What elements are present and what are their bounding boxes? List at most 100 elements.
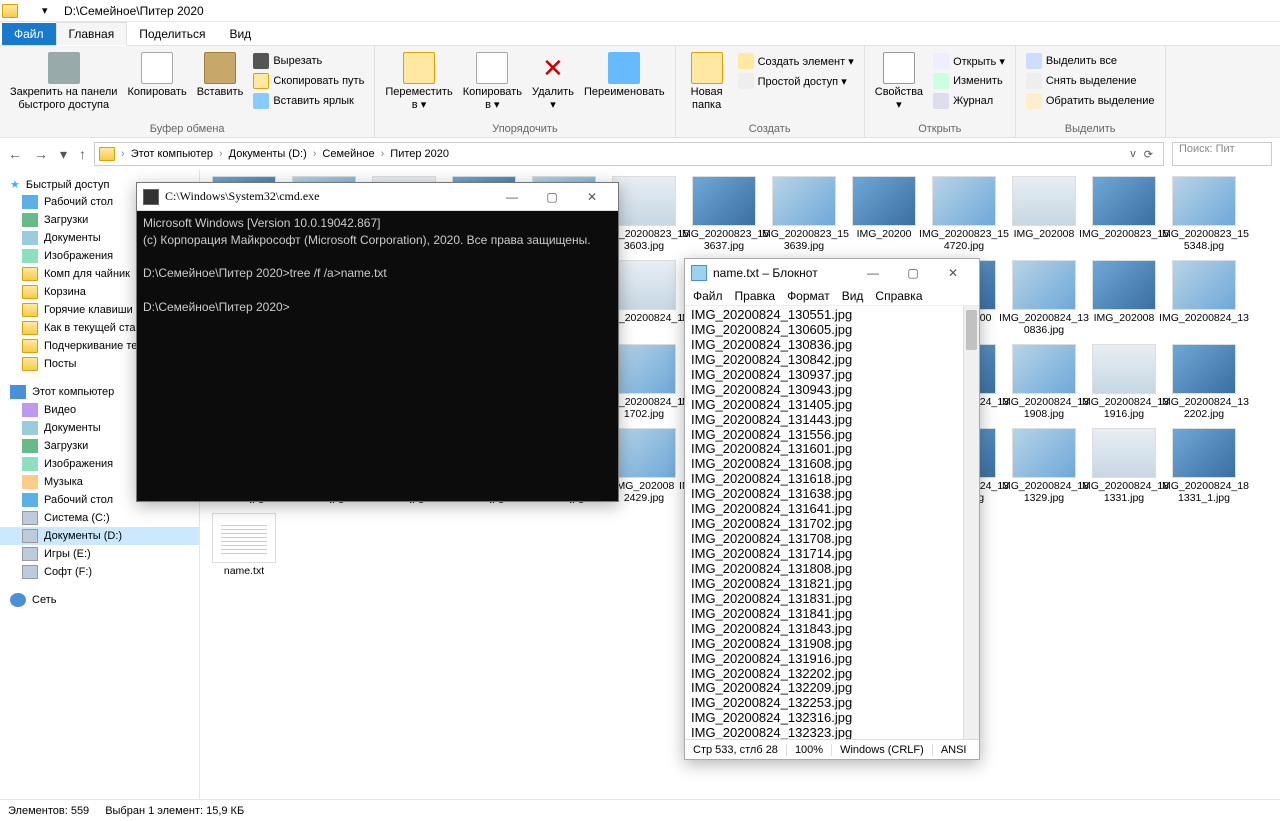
qa-icon-1[interactable] [22, 4, 36, 18]
thumbnail-image [612, 176, 676, 226]
sidebar-item[interactable]: Софт (F:) [0, 563, 199, 581]
thumbnail-image [1012, 260, 1076, 310]
file-item[interactable]: IMG_20200824_13 1916.jpg [1086, 342, 1162, 422]
file-label: IMG_20200823_15 3639.jpg [759, 228, 849, 252]
minimize-icon[interactable]: — [492, 190, 532, 204]
nav-arrows: ← → ▾ ↑ [8, 146, 86, 163]
file-label: IMG_20200824_18 1331.jpg [1079, 480, 1169, 504]
qa-icon-2[interactable]: ▾ [42, 4, 56, 18]
cut-button[interactable]: Вырезать [249, 52, 368, 70]
thumbnail-image [1012, 428, 1076, 478]
thumbnail-image [1172, 344, 1236, 394]
pin-button[interactable]: Закрепить на панели быстрого доступа [6, 50, 121, 114]
paste-button[interactable]: Вставить [193, 50, 248, 114]
select-all-button[interactable]: Выделить все [1022, 52, 1159, 70]
history-button[interactable]: Журнал [929, 92, 1009, 110]
copy-button[interactable]: Копировать [123, 50, 190, 114]
menu-item[interactable]: Правка [735, 289, 776, 303]
file-item[interactable]: IMG_202008 [1086, 258, 1162, 338]
notepad-menu[interactable]: Файл Правка Формат Вид Справка [685, 287, 979, 306]
maximize-icon[interactable]: ▢ [893, 266, 933, 280]
thumbnail-image [1172, 260, 1236, 310]
notepad-icon [691, 265, 707, 281]
cmd-window[interactable]: C:\Windows\System32\cmd.exe — ▢ ✕ Micros… [136, 182, 619, 502]
sidebar-item[interactable]: Документы (D:) [0, 527, 199, 545]
thumbnail-image [612, 260, 676, 310]
notepad-text-area[interactable]: IMG_20200824_130551.jpg IMG_20200824_130… [685, 306, 979, 739]
file-item[interactable]: IMG_20200824_18 1329.jpg [1006, 426, 1082, 506]
file-item[interactable]: name.txt [206, 511, 282, 579]
file-item[interactable]: IMG_20200823_15 [1086, 174, 1162, 254]
edit-button[interactable]: Изменить [929, 72, 1009, 90]
properties-button[interactable]: Свойства ▾ [871, 50, 927, 114]
tab-view[interactable]: Вид [217, 23, 263, 45]
open-button[interactable]: Открыть ▾ [929, 52, 1009, 70]
close-icon[interactable]: ✕ [933, 266, 973, 280]
file-label: IMG_202008 [1014, 228, 1075, 240]
thumbnail-image [1172, 176, 1236, 226]
new-folder-button[interactable]: Новая папка [682, 50, 732, 114]
cmd-output[interactable]: Microsoft Windows [Version 10.0.19042.86… [137, 211, 618, 320]
nav-back-icon[interactable]: ← [8, 146, 22, 162]
group-new: Новая папка Создать элемент ▾ Простой до… [676, 46, 865, 137]
quick-access-toolbar[interactable]: ▾ [22, 4, 56, 18]
nav-forward-icon[interactable]: → [34, 146, 48, 162]
file-item[interactable]: IMG_20200823_15 4720.jpg [926, 174, 1002, 254]
file-label: IMG_20200824_18 1329.jpg [999, 480, 1089, 504]
menu-item[interactable]: Файл [693, 289, 723, 303]
file-item[interactable]: IMG_20200824_18 1331.jpg [1086, 426, 1162, 506]
file-item[interactable]: IMG_20200823_15 5348.jpg [1166, 174, 1242, 254]
file-item[interactable]: IMG_20200823_15 3637.jpg [686, 174, 762, 254]
tab-share[interactable]: Поделиться [127, 23, 217, 45]
sidebar-item[interactable]: Система (C:) [0, 509, 199, 527]
nav-recent-icon[interactable]: ▾ [60, 146, 67, 163]
sidebar-item[interactable]: Игры (E:) [0, 545, 199, 563]
menu-item[interactable]: Справка [875, 289, 922, 303]
copy-path-button[interactable]: Скопировать путь [249, 72, 368, 90]
window-title: D:\Семейное\Питер 2020 [64, 4, 204, 18]
nav-up-icon[interactable]: ↑ [79, 146, 86, 162]
file-label: IMG_20200824_13 1908.jpg [999, 396, 1089, 420]
invert-selection-button[interactable]: Обратить выделение [1022, 92, 1159, 110]
copy-to-button[interactable]: Копировать в ▾ [459, 50, 526, 114]
file-item[interactable]: IMG_20200824_13 0836.jpg [1006, 258, 1082, 338]
menu-item[interactable]: Формат [787, 289, 830, 303]
group-clipboard: Закрепить на панели быстрого доступа Коп… [0, 46, 375, 137]
paste-shortcut-button[interactable]: Вставить ярлык [249, 92, 368, 110]
thumbnail-image [612, 428, 676, 478]
menu-item[interactable]: Вид [842, 289, 864, 303]
new-item-button[interactable]: Создать элемент ▾ [734, 52, 858, 70]
cmd-titlebar[interactable]: C:\Windows\System32\cmd.exe — ▢ ✕ [137, 183, 618, 211]
delete-button[interactable]: ✕Удалить ▾ [528, 50, 578, 114]
tab-home[interactable]: Главная [56, 22, 128, 46]
notepad-titlebar[interactable]: name.txt – Блокнот — ▢ ✕ [685, 259, 979, 287]
maximize-icon[interactable]: ▢ [532, 190, 572, 204]
group-open: Свойства ▾ Открыть ▾ Изменить Журнал Отк… [865, 46, 1016, 137]
group-clipboard-label: Буфер обмена [6, 121, 368, 135]
rename-button[interactable]: Переименовать [580, 50, 669, 114]
cmd-icon [143, 189, 159, 205]
addr-dropdown-icon[interactable]: v [1130, 148, 1136, 161]
refresh-icon[interactable]: ⟳ [1144, 148, 1153, 161]
search-input[interactable]: Поиск: Пит [1172, 142, 1272, 166]
minimize-icon[interactable]: — [853, 266, 893, 280]
breadcrumb[interactable]: › Этот компьютер› Документы (D:)› Семейн… [94, 142, 1164, 166]
thumbnail-image [1012, 176, 1076, 226]
file-item[interactable]: IMG_20200824_18 1331_1.jpg [1166, 426, 1242, 506]
scrollbar[interactable] [963, 306, 979, 739]
file-item[interactable]: IMG_20200824_13 [1166, 258, 1242, 338]
tab-file[interactable]: Файл [2, 23, 56, 45]
select-none-button[interactable]: Снять выделение [1022, 72, 1159, 90]
file-item[interactable]: IMG_20200 [846, 174, 922, 254]
file-label: IMG_20200824_13 [1159, 312, 1249, 324]
file-item[interactable]: IMG_202008 [1006, 174, 1082, 254]
file-item[interactable]: IMG_20200824_13 1908.jpg [1006, 342, 1082, 422]
easy-access-button[interactable]: Простой доступ ▾ [734, 72, 858, 90]
move-to-button[interactable]: Переместить в ▾ [381, 50, 456, 114]
file-item[interactable]: IMG_20200823_15 3639.jpg [766, 174, 842, 254]
sidebar-network[interactable]: Сеть [0, 591, 199, 609]
notepad-window[interactable]: name.txt – Блокнот — ▢ ✕ Файл Правка Форма… [684, 258, 980, 760]
file-item[interactable]: IMG_20200824_13 2202.jpg [1166, 342, 1242, 422]
thumbnail-image [1092, 428, 1156, 478]
close-icon[interactable]: ✕ [572, 190, 612, 204]
